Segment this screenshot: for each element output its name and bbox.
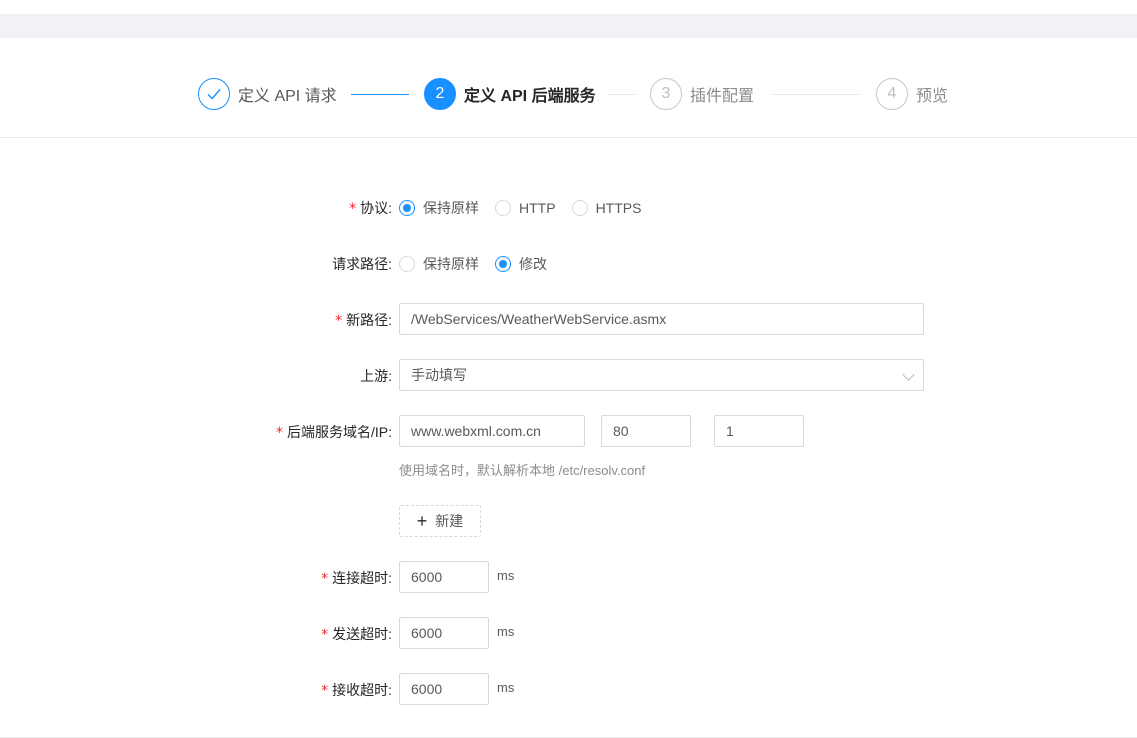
send-timeout-input[interactable]: 6000 (399, 617, 489, 649)
step-preview[interactable]: 4 预览 (876, 78, 948, 110)
step-4-title: 预览 (916, 88, 949, 105)
add-backend-button[interactable]: + 新建 (399, 505, 481, 537)
receive-timeout-input[interactable]: 6000 (399, 673, 489, 705)
protocol-label: * 协议: (349, 200, 392, 217)
step-plugin-config[interactable]: 3 插件配置 (650, 78, 754, 110)
send-timeout-unit: ms (497, 624, 515, 639)
step-2-number: 2 (424, 78, 456, 110)
step-4-number: 4 (876, 78, 908, 110)
protocol-radio-https[interactable]: HTTPS (571, 198, 641, 218)
step-1-check-icon (198, 78, 230, 110)
receive-timeout-label: * 接收超时: (321, 682, 392, 699)
step-define-api-request[interactable]: 定义 API 请求 (198, 78, 337, 110)
step-3-number: 3 (650, 78, 682, 110)
connect-timeout-input[interactable]: 6000 (399, 561, 489, 593)
connect-timeout-unit: ms (497, 568, 515, 583)
upstream-selected-value: 手动填写 (411, 367, 467, 383)
request-path-label: 请求路径: (332, 256, 392, 272)
new-path-label: * 新路径: (335, 312, 392, 329)
step-connector-3 (772, 94, 860, 95)
send-timeout-label: * 发送超时: (321, 626, 392, 643)
radio-unchecked-icon (495, 200, 511, 216)
steps-bar: 定义 API 请求 2 定义 API 后端服务 3 插件配置 4 预览 (0, 38, 1137, 138)
step-connector-2 (608, 94, 636, 95)
upstream-label: 上游: (360, 368, 392, 384)
new-path-input[interactable]: /WebServices/WeatherWebService.asmx (399, 303, 924, 335)
connect-timeout-label: * 连接超时: (321, 570, 392, 587)
step-2-title: 定义 API 后端服务 (464, 88, 596, 105)
chevron-down-icon (902, 368, 915, 381)
plus-icon: + (416, 511, 428, 531)
protocol-radio-http[interactable]: HTTP (495, 198, 556, 218)
radio-checked-icon (399, 200, 415, 216)
radio-checked-icon (495, 256, 511, 272)
top-band (0, 14, 1137, 38)
backend-host-input[interactable]: www.webxml.com.cn (399, 415, 585, 447)
protocol-radio-keep[interactable]: 保持原样 (399, 198, 479, 218)
step-define-api-backend[interactable]: 2 定义 API 后端服务 (424, 78, 596, 110)
backend-port-input[interactable]: 80 (601, 415, 691, 447)
request-path-radio-group: 保持原样 修改 (399, 254, 563, 274)
receive-timeout-unit: ms (497, 680, 515, 695)
request-path-radio-modify[interactable]: 修改 (495, 254, 547, 274)
step-3-title: 插件配置 (690, 88, 755, 105)
radio-unchecked-icon (571, 200, 588, 216)
radio-unchecked-icon (399, 256, 415, 272)
request-path-radio-keep[interactable]: 保持原样 (399, 254, 479, 274)
backend-host-label: * 后端服务域名/IP: (275, 424, 392, 441)
step-connector-1 (351, 94, 409, 95)
backend-host-hint: 使用域名时，默认解析本地 /etc/resolv.conf (399, 463, 646, 478)
upstream-select[interactable]: 手动填写 (399, 359, 924, 391)
add-backend-button-label: 新建 (435, 513, 464, 529)
protocol-radio-group: 保持原样 HTTP HTTPS (399, 198, 657, 218)
backend-weight-input[interactable]: 1 (714, 415, 804, 447)
step-1-title: 定义 API 请求 (238, 88, 337, 105)
